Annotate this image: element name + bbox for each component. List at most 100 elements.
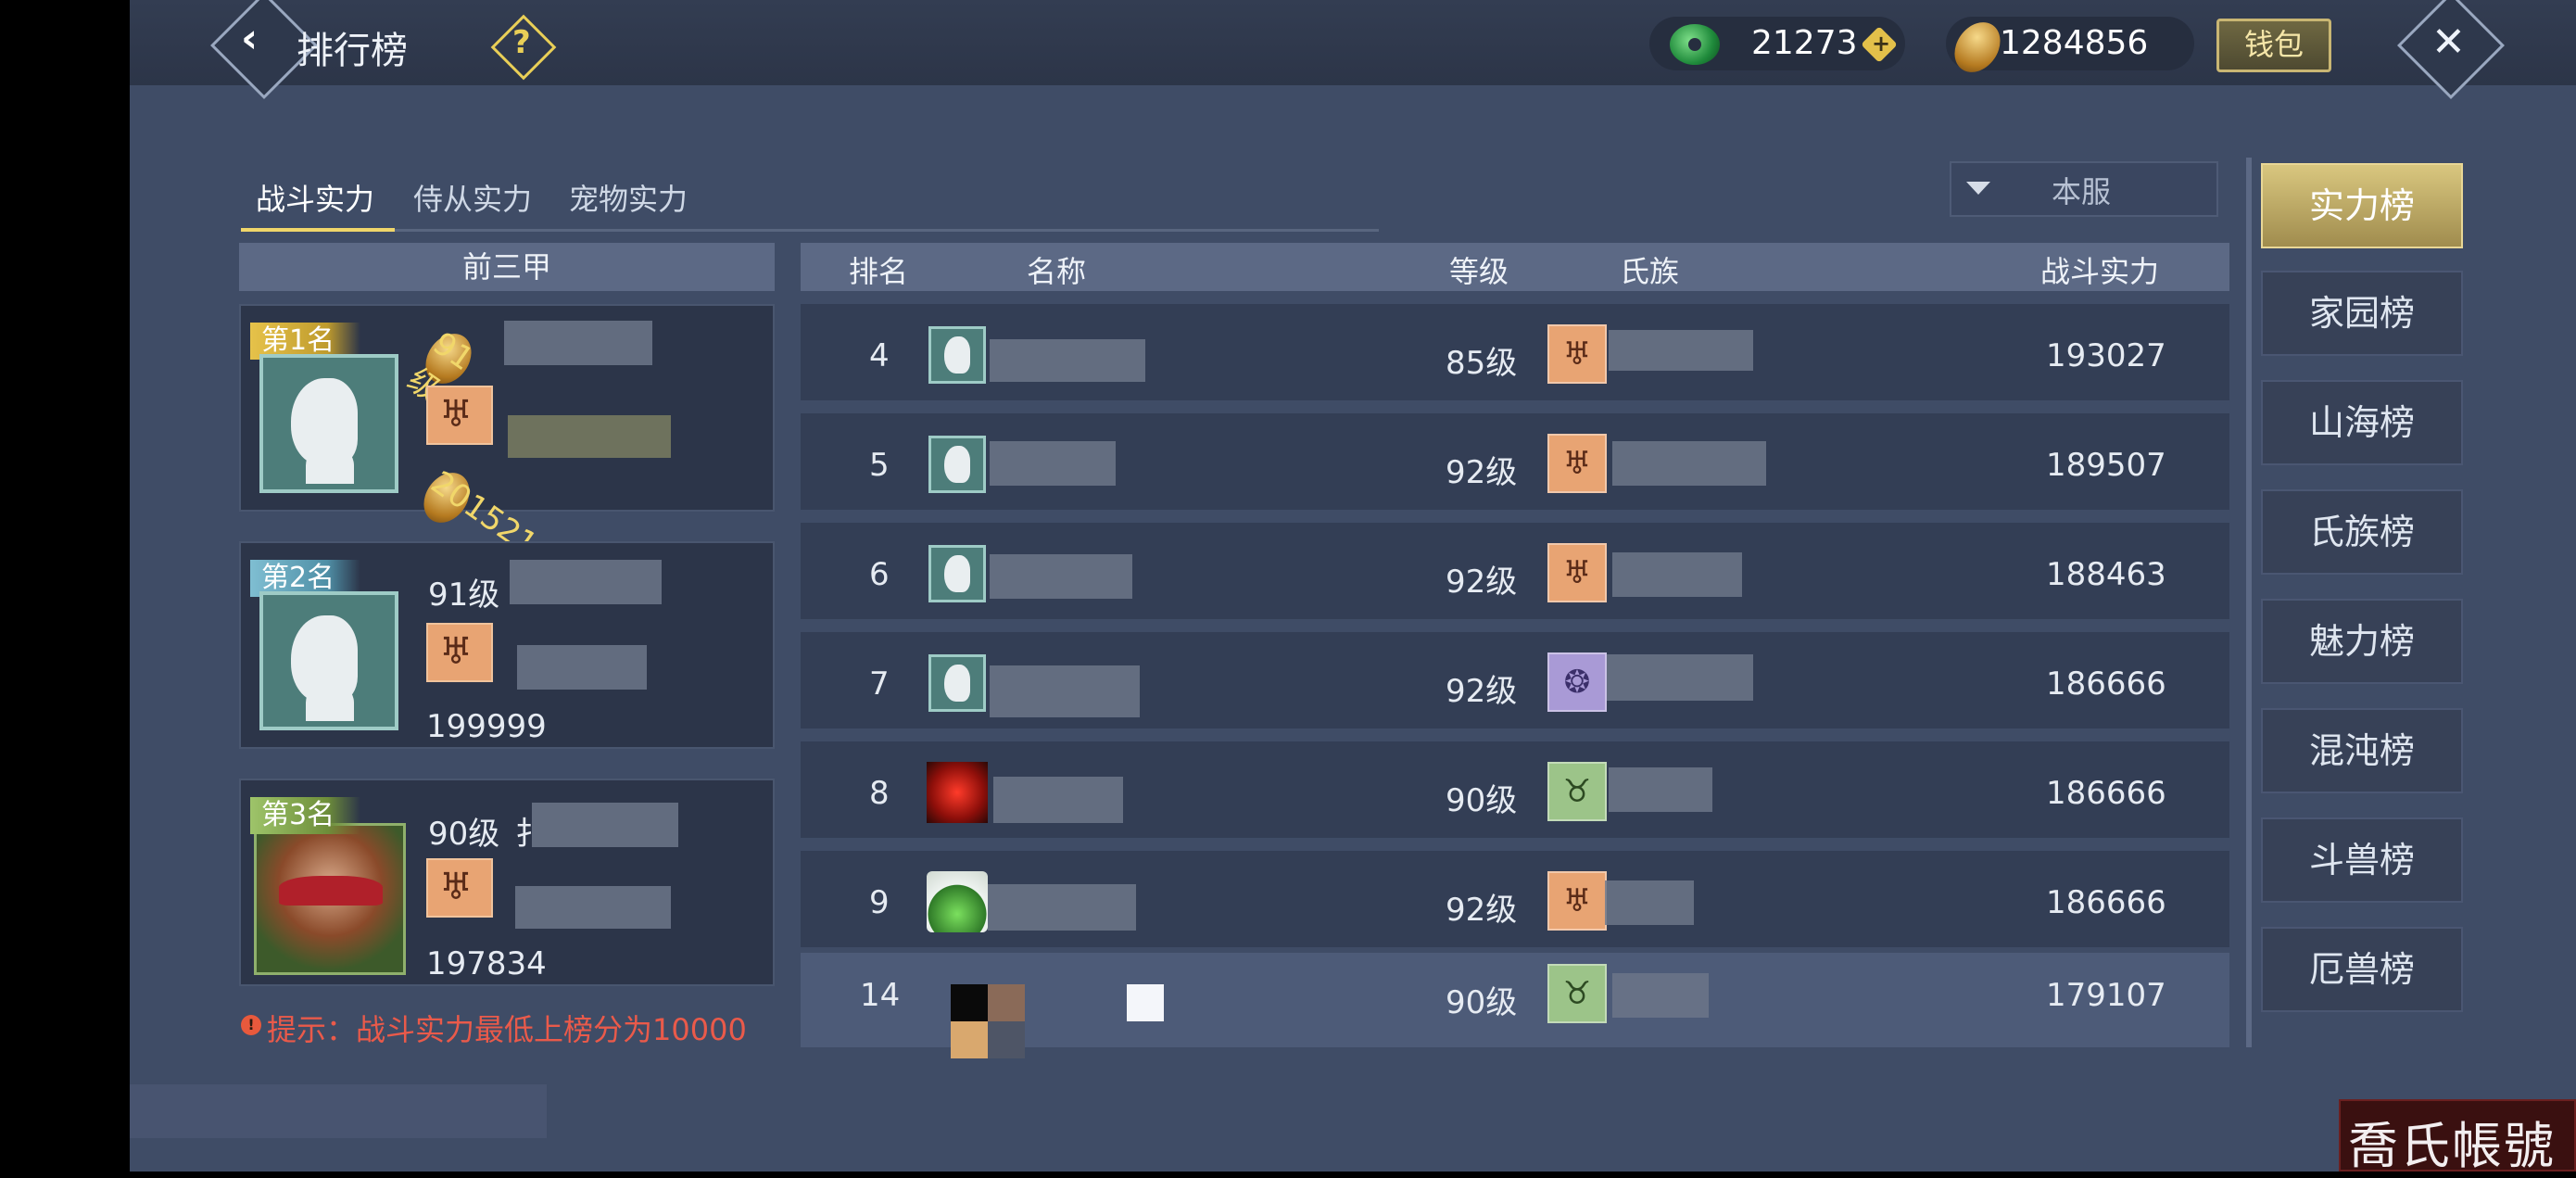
top2-power: 199999 <box>426 708 547 745</box>
category-charm[interactable]: 魅力榜 <box>2261 599 2463 684</box>
column-rank: 排名 <box>849 254 909 289</box>
clan-emblem-icon: ♉ <box>1547 964 1607 1023</box>
clan-emblem-icon: ♉ <box>1547 762 1607 821</box>
avatar <box>951 984 988 1021</box>
top3-level: 90级 <box>428 816 500 853</box>
row-level: 92级 <box>1446 892 1518 929</box>
clan-emblem-icon: ♅ <box>426 623 493 682</box>
clan-emblem-icon: ♅ <box>426 386 493 445</box>
row-rank: 4 <box>869 337 890 374</box>
avatar <box>927 871 988 932</box>
chevron-left-icon: ‹ <box>241 15 259 62</box>
tip-text: 提示：战斗实力最低上榜分为10000 <box>267 1012 747 1047</box>
hero-mask-icon <box>279 876 383 906</box>
row-clan-blurred <box>1612 552 1742 597</box>
top1-clan-blurred <box>508 415 671 458</box>
avatar-pixel <box>951 1021 988 1058</box>
row-rank: 14 <box>860 977 901 1014</box>
category-scrollbar[interactable] <box>2246 158 2252 1047</box>
clan-glyph-icon: ♅ <box>439 630 473 673</box>
jade-amount: 21273 <box>1751 24 1858 62</box>
clan-emblem-icon: ♅ <box>426 858 493 918</box>
clan-emblem-icon: ♅ <box>1547 871 1607 931</box>
avatar-neck <box>306 447 354 484</box>
column-power: 战斗实力 <box>2040 254 2160 289</box>
avatar <box>928 654 986 712</box>
clan-glyph-icon: ♅ <box>439 866 473 908</box>
gold-amount: 1284856 <box>2000 24 2149 62</box>
row-level: 90级 <box>1446 984 1518 1021</box>
row-rank: 6 <box>869 556 890 593</box>
row-rank: 5 <box>869 447 890 484</box>
top3-header: 前三甲 <box>239 243 775 291</box>
category-evil-beast[interactable]: 厄兽榜 <box>2261 927 2463 1012</box>
tab-combat-power[interactable]: 战斗实力 <box>256 176 374 219</box>
row-clan-blurred <box>1612 441 1766 486</box>
row-power: 186666 <box>2046 775 2166 812</box>
rank-tag-3: 第3名 <box>250 797 361 834</box>
bottom-blurred-bar <box>130 1084 547 1138</box>
question-icon: ? <box>512 24 531 61</box>
row-power: 179107 <box>2046 977 2166 1014</box>
avatar <box>928 436 986 493</box>
clan-emblem-icon: ❂ <box>1547 652 1607 712</box>
category-clan[interactable]: 氏族榜 <box>2261 489 2463 575</box>
category-chaos[interactable]: 混沌榜 <box>2261 708 2463 793</box>
row-level: 85级 <box>1446 345 1518 382</box>
row-name-blurred <box>990 554 1132 599</box>
avatar-silhouette-icon <box>944 555 970 592</box>
chevron-down-icon <box>1966 182 1990 195</box>
category-beast-fight[interactable]: 斗兽榜 <box>2261 817 2463 903</box>
row-level: 92级 <box>1446 454 1518 491</box>
close-x-icon: ✕ <box>2431 19 2466 66</box>
avatar <box>928 545 986 602</box>
plus-icon: + <box>1872 31 1891 57</box>
top2-clan-blurred <box>517 645 647 690</box>
row-clan-blurred <box>1607 654 1753 701</box>
row-clan-blurred <box>1605 880 1694 925</box>
leaderboard-screen: ‹ 排行榜 ? 21273 + 1284856 钱包 ✕ 战斗实力 侍从实力 宠… <box>130 0 2576 1172</box>
row-rank: 7 <box>869 665 890 703</box>
top2-level: 91级 <box>428 576 500 614</box>
clan-emblem-icon: ♅ <box>1547 324 1607 384</box>
row-name-blurred <box>990 665 1140 717</box>
avatar-silhouette-icon <box>944 336 970 374</box>
column-level: 等级 <box>1449 254 1509 289</box>
row-name-blurred <box>993 777 1123 823</box>
category-shanhai[interactable]: 山海榜 <box>2261 380 2463 465</box>
row-rank: 9 <box>869 884 890 921</box>
avatar-pixel <box>988 1021 1025 1058</box>
row-name-blurred <box>990 339 1145 382</box>
row-level: 92级 <box>1446 673 1518 710</box>
category-strength[interactable]: 实力榜 <box>2261 163 2463 248</box>
row-clan-blurred <box>1609 767 1712 812</box>
avatar <box>928 326 986 384</box>
tip-icon: ! <box>241 1015 261 1035</box>
watermark: 喬氏帳號 <box>2339 1099 2576 1175</box>
category-home[interactable]: 家园榜 <box>2261 271 2463 356</box>
avatar <box>259 591 398 730</box>
avatar-pixel <box>988 984 1025 1021</box>
tab-active-underline <box>241 228 395 232</box>
avatar <box>927 762 988 823</box>
top3-power: 197834 <box>426 945 547 982</box>
row-rank: 8 <box>869 775 890 812</box>
row-level: 90级 <box>1446 782 1518 819</box>
tab-attendant-power[interactable]: 侍从实力 <box>413 176 532 219</box>
row-clan-blurred <box>1609 330 1753 371</box>
table-header <box>801 243 2229 291</box>
row-power: 186666 <box>2046 665 2166 703</box>
top1-name-blurred <box>504 321 652 365</box>
row-name-blurred <box>988 884 1136 931</box>
tab-divider <box>395 229 1379 232</box>
clan-emblem-icon: ♅ <box>1547 543 1607 602</box>
avatar-neck <box>306 684 354 721</box>
wallet-button[interactable]: 钱包 <box>2216 19 2331 72</box>
row-name-blurred <box>990 441 1116 486</box>
row-power: 189507 <box>2046 447 2166 484</box>
avatar <box>259 354 398 493</box>
row-level: 92级 <box>1446 564 1518 601</box>
row-power: 193027 <box>2046 337 2166 374</box>
column-clan: 氏族 <box>1620 254 1680 289</box>
tab-pet-power[interactable]: 宠物实力 <box>569 176 688 219</box>
